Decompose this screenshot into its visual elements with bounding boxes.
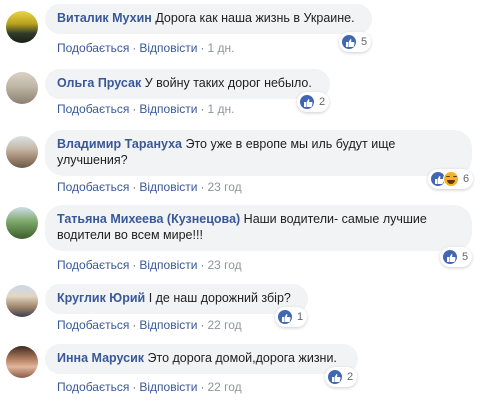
comment-text: У войну таких дорог небыло.	[144, 76, 312, 90]
reaction-count: 6	[463, 173, 470, 185]
reaction-summary[interactable]: 2	[297, 92, 330, 112]
timestamp[interactable]: 1 дн.	[207, 102, 234, 116]
comment-bubble: Татьяна Михеева (Кузнецова) Наши водител…	[45, 205, 472, 251]
comment-bubble: Инна Марусик Это дорога домой,дорога жиз…	[45, 344, 358, 374]
like-icon	[299, 94, 315, 110]
comment-bubble: Круглик Юрий І де наш дорожний збір?	[45, 284, 308, 314]
reaction-summary[interactable]: 5	[440, 247, 473, 267]
comment-bubble: Виталик Мухин Дорога как наша жизнь в Ук…	[45, 4, 372, 34]
reply-button[interactable]: Відповісти	[139, 180, 197, 194]
avatar[interactable]	[6, 285, 38, 317]
avatar[interactable]	[6, 72, 38, 104]
reaction-count: 2	[319, 96, 326, 108]
timestamp[interactable]: 23 год	[207, 180, 241, 194]
avatar[interactable]	[6, 11, 38, 43]
reaction-count: 1	[297, 311, 304, 323]
reply-button[interactable]: Відповісти	[139, 318, 197, 332]
like-button[interactable]: Подобається	[57, 102, 129, 116]
avatar[interactable]	[6, 207, 38, 239]
avatar[interactable]	[6, 346, 38, 378]
comment-actions: Подобається · Відповісти · 1 дн.	[57, 102, 235, 116]
comment-actions: Подобається · Відповісти · 22 год	[57, 380, 242, 394]
comment-actions: Подобається · Відповісти · 23 год	[57, 180, 242, 194]
timestamp[interactable]: 23 год	[207, 258, 241, 272]
comment-author[interactable]: Владимир Тарануха	[57, 137, 182, 151]
like-button[interactable]: Подобається	[57, 258, 129, 272]
timestamp[interactable]: 22 год	[207, 380, 241, 394]
comment-bubble: Владимир Тарануха Это уже в европе мы ил…	[45, 130, 472, 176]
reaction-count: 5	[361, 36, 368, 48]
comment-author[interactable]: Ольга Прусак	[57, 76, 141, 90]
reaction-count: 2	[347, 371, 354, 383]
reaction-summary[interactable]: 1	[275, 307, 308, 327]
comment-actions: Подобається · Відповісти · 22 год	[57, 318, 242, 332]
like-button[interactable]: Подобається	[57, 318, 129, 332]
avatar[interactable]	[6, 136, 38, 168]
like-icon	[277, 309, 293, 325]
reaction-summary[interactable]: 2	[325, 367, 358, 387]
comment-actions: Подобається · Відповісти · 1 дн.	[57, 41, 235, 55]
comment-text: Дорога как наша жизнь в Украине.	[155, 11, 355, 25]
like-icon	[341, 34, 357, 50]
comment-author[interactable]: Инна Марусик	[57, 351, 144, 365]
comment-text: Это дорога домой,дорога жизни.	[147, 351, 337, 365]
like-icon	[327, 369, 343, 385]
reply-button[interactable]: Відповісти	[139, 41, 197, 55]
comment-bubble: Ольга Прусак У войну таких дорог небыло.	[45, 69, 330, 99]
like-button[interactable]: Подобається	[57, 380, 129, 394]
comment-actions: Подобається · Відповісти · 23 год	[57, 258, 242, 272]
comment-text: І де наш дорожний збір?	[148, 291, 291, 305]
comment-author[interactable]: Татьяна Михеева (Кузнецова)	[57, 212, 240, 226]
reply-button[interactable]: Відповісти	[139, 102, 197, 116]
like-button[interactable]: Подобається	[57, 180, 129, 194]
haha-icon	[443, 171, 459, 187]
timestamp[interactable]: 1 дн.	[207, 41, 234, 55]
like-icon	[442, 249, 458, 265]
reaction-summary[interactable]: 6	[428, 169, 474, 189]
comment-author[interactable]: Круглик Юрий	[57, 291, 145, 305]
like-button[interactable]: Подобається	[57, 41, 129, 55]
reply-button[interactable]: Відповісти	[139, 380, 197, 394]
reply-button[interactable]: Відповісти	[139, 258, 197, 272]
comment-author[interactable]: Виталик Мухин	[57, 11, 152, 25]
timestamp[interactable]: 22 год	[207, 318, 241, 332]
reaction-summary[interactable]: 5	[339, 32, 372, 52]
reaction-count: 5	[462, 251, 469, 263]
